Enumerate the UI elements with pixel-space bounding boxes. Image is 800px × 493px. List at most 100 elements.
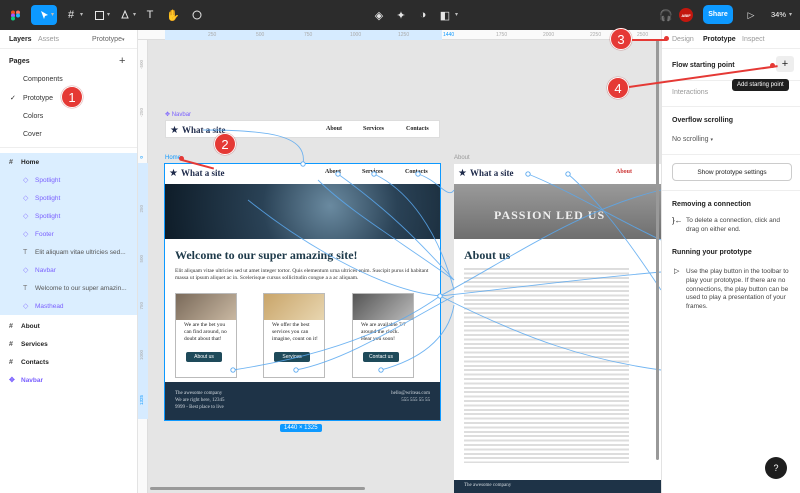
component-instance-icon: ◇ — [23, 267, 29, 274]
chevron-down-icon[interactable]: ▾ — [455, 11, 458, 18]
layer-text[interactable]: T Welcome to our super amazin... — [0, 279, 137, 297]
avatar[interactable]: ABIF — [679, 8, 693, 22]
connection-icon: }← — [672, 216, 683, 225]
component-instance-icon: ◇ — [23, 303, 29, 310]
text-layer-icon: T — [23, 284, 28, 292]
frame-icon: # — [9, 358, 13, 366]
component-instance-icon: ◇ — [23, 213, 29, 220]
ruler-tick: -250 — [139, 108, 144, 118]
overflow-scrolling-title: Overflow scrolling — [672, 117, 734, 124]
tab-assets[interactable]: Assets — [38, 36, 59, 43]
layer-navbar[interactable]: ◇ Navbar — [0, 261, 137, 279]
ruler-tick: 2500 — [637, 32, 649, 38]
annotation-line — [632, 39, 667, 41]
layer-contacts[interactable]: # Contacts — [0, 353, 137, 371]
chevron-down-icon[interactable]: ▾ — [133, 11, 136, 18]
chevron-down-icon: ▾ — [710, 137, 714, 143]
annotation-badge: 1 — [61, 86, 83, 108]
play-icon: ▷ — [674, 268, 680, 275]
comment-tool-icon[interactable] — [186, 5, 208, 25]
layer-navbar-component[interactable]: ✥ Navbar — [0, 371, 137, 389]
chevron-down-icon[interactable]: ▾ — [51, 11, 54, 18]
ruler-tick: -500 — [139, 60, 144, 70]
divider — [662, 106, 800, 107]
layer-masthead[interactable]: ◇ Masthead — [0, 297, 137, 315]
text-tool-icon[interactable]: T — [139, 5, 161, 25]
ruler-tick: 1750 — [496, 32, 508, 38]
ruler-tick: 0 — [139, 156, 144, 159]
mask-icon[interactable]: ✦ — [390, 5, 412, 25]
ruler-tick: 1000 — [350, 32, 362, 38]
ruler-tick: 2250 — [590, 32, 602, 38]
running-prototype-title: Running your prototype — [672, 249, 752, 256]
toolbar: ▾ # ▾ ▾ ▾ T ✋ ◈ ✦ ◑ ◧ ▾ 🎧 ABIF Share ▷ 3… — [0, 0, 800, 30]
layer-about[interactable]: # About — [0, 317, 137, 335]
annotation-dot — [770, 63, 775, 68]
page-colors[interactable]: Colors — [23, 113, 43, 120]
frame-icon: # — [9, 322, 13, 330]
interactions-title: Interactions — [672, 89, 709, 96]
headphones-icon[interactable]: 🎧 — [655, 5, 677, 25]
ruler-tick: 250 — [208, 32, 217, 38]
frame-icon: # — [9, 158, 13, 166]
mode-select[interactable]: Prototype — [92, 36, 122, 43]
annotation-badge: 4 — [607, 77, 629, 99]
prototype-connections — [202, 129, 662, 373]
layer-spotlight[interactable]: ◇ Spotlight — [0, 189, 137, 207]
contrast-icon[interactable]: ◑ — [412, 5, 434, 25]
page-components[interactable]: Components — [23, 76, 63, 83]
page-cover[interactable]: Cover — [23, 131, 42, 138]
layer-home[interactable]: # Home — [0, 153, 137, 171]
ruler-tick: 750 — [304, 32, 313, 38]
frame-tool-icon[interactable]: # — [60, 5, 82, 25]
horizontal-scrollbar[interactable] — [150, 487, 365, 490]
removing-connection-title: Removing a connection — [672, 201, 751, 208]
layer-spotlight[interactable]: ◇ Spotlight — [0, 171, 137, 189]
add-starting-point-button[interactable]: + — [776, 56, 794, 72]
overflow-select[interactable]: No scrolling ▾ — [672, 136, 713, 143]
layer-spotlight[interactable]: ◇ Spotlight — [0, 207, 137, 225]
tab-inspect[interactable]: Inspect — [742, 36, 765, 43]
ruler-left: -500 -250 0 250 500 750 1000 1325 — [138, 40, 148, 493]
check-icon: ✓ — [10, 95, 16, 102]
vertical-scrollbar[interactable] — [656, 40, 659, 460]
figma-menu-icon[interactable] — [4, 5, 26, 25]
play-icon[interactable]: ▷ — [740, 5, 762, 25]
annotation-badge: 3 — [610, 28, 632, 50]
ruler-tick: 250 — [139, 205, 144, 213]
tab-design[interactable]: Design — [672, 36, 694, 43]
chevron-down-icon[interactable]: ▾ — [107, 11, 110, 18]
pages-title: Pages — [9, 58, 30, 65]
help-button[interactable]: ? — [765, 457, 787, 479]
layer-footer[interactable]: ◇ Footer — [0, 225, 137, 243]
tab-layers[interactable]: Layers — [9, 36, 32, 43]
ruler-tick: 500 — [139, 255, 144, 263]
component-icon[interactable]: ◈ — [368, 5, 390, 25]
annotation-dot — [179, 156, 184, 161]
layer-text[interactable]: T Elit aliquam vitae ultricies sed... — [0, 243, 137, 261]
canvas[interactable]: ✥ Navbar ★ What a site About Services Co… — [148, 40, 662, 493]
chevron-down-icon[interactable]: ▾ — [122, 37, 125, 43]
divider — [0, 147, 137, 148]
boolean-icon[interactable]: ◧ — [434, 5, 456, 25]
show-prototype-settings-button[interactable]: Show prototype settings — [672, 163, 792, 181]
hand-tool-icon[interactable]: ✋ — [162, 5, 184, 25]
flow-starting-point-title: Flow starting point — [672, 62, 735, 69]
zoom-level[interactable]: 34% — [771, 10, 786, 19]
component-instance-icon: ◇ — [23, 177, 29, 184]
component-icon: ✥ — [9, 377, 15, 384]
chevron-down-icon[interactable]: ▾ — [80, 11, 83, 18]
annotation-dot — [664, 36, 669, 41]
divider — [662, 190, 800, 191]
ruler-tick: 1000 — [139, 350, 144, 361]
share-button[interactable]: Share — [703, 5, 733, 24]
prototype-panel: Design Prototype Inspect Flow starting p… — [661, 30, 800, 493]
divider — [662, 154, 800, 155]
ruler-highlight — [138, 163, 148, 419]
removing-connection-text: To delete a connection, click and drag o… — [686, 217, 780, 233]
layer-services[interactable]: # Services — [0, 335, 137, 353]
tab-prototype[interactable]: Prototype — [703, 36, 736, 43]
add-page-icon[interactable]: + — [119, 55, 125, 67]
chevron-down-icon[interactable]: ▾ — [789, 11, 792, 18]
page-prototype[interactable]: Prototype — [23, 95, 53, 102]
